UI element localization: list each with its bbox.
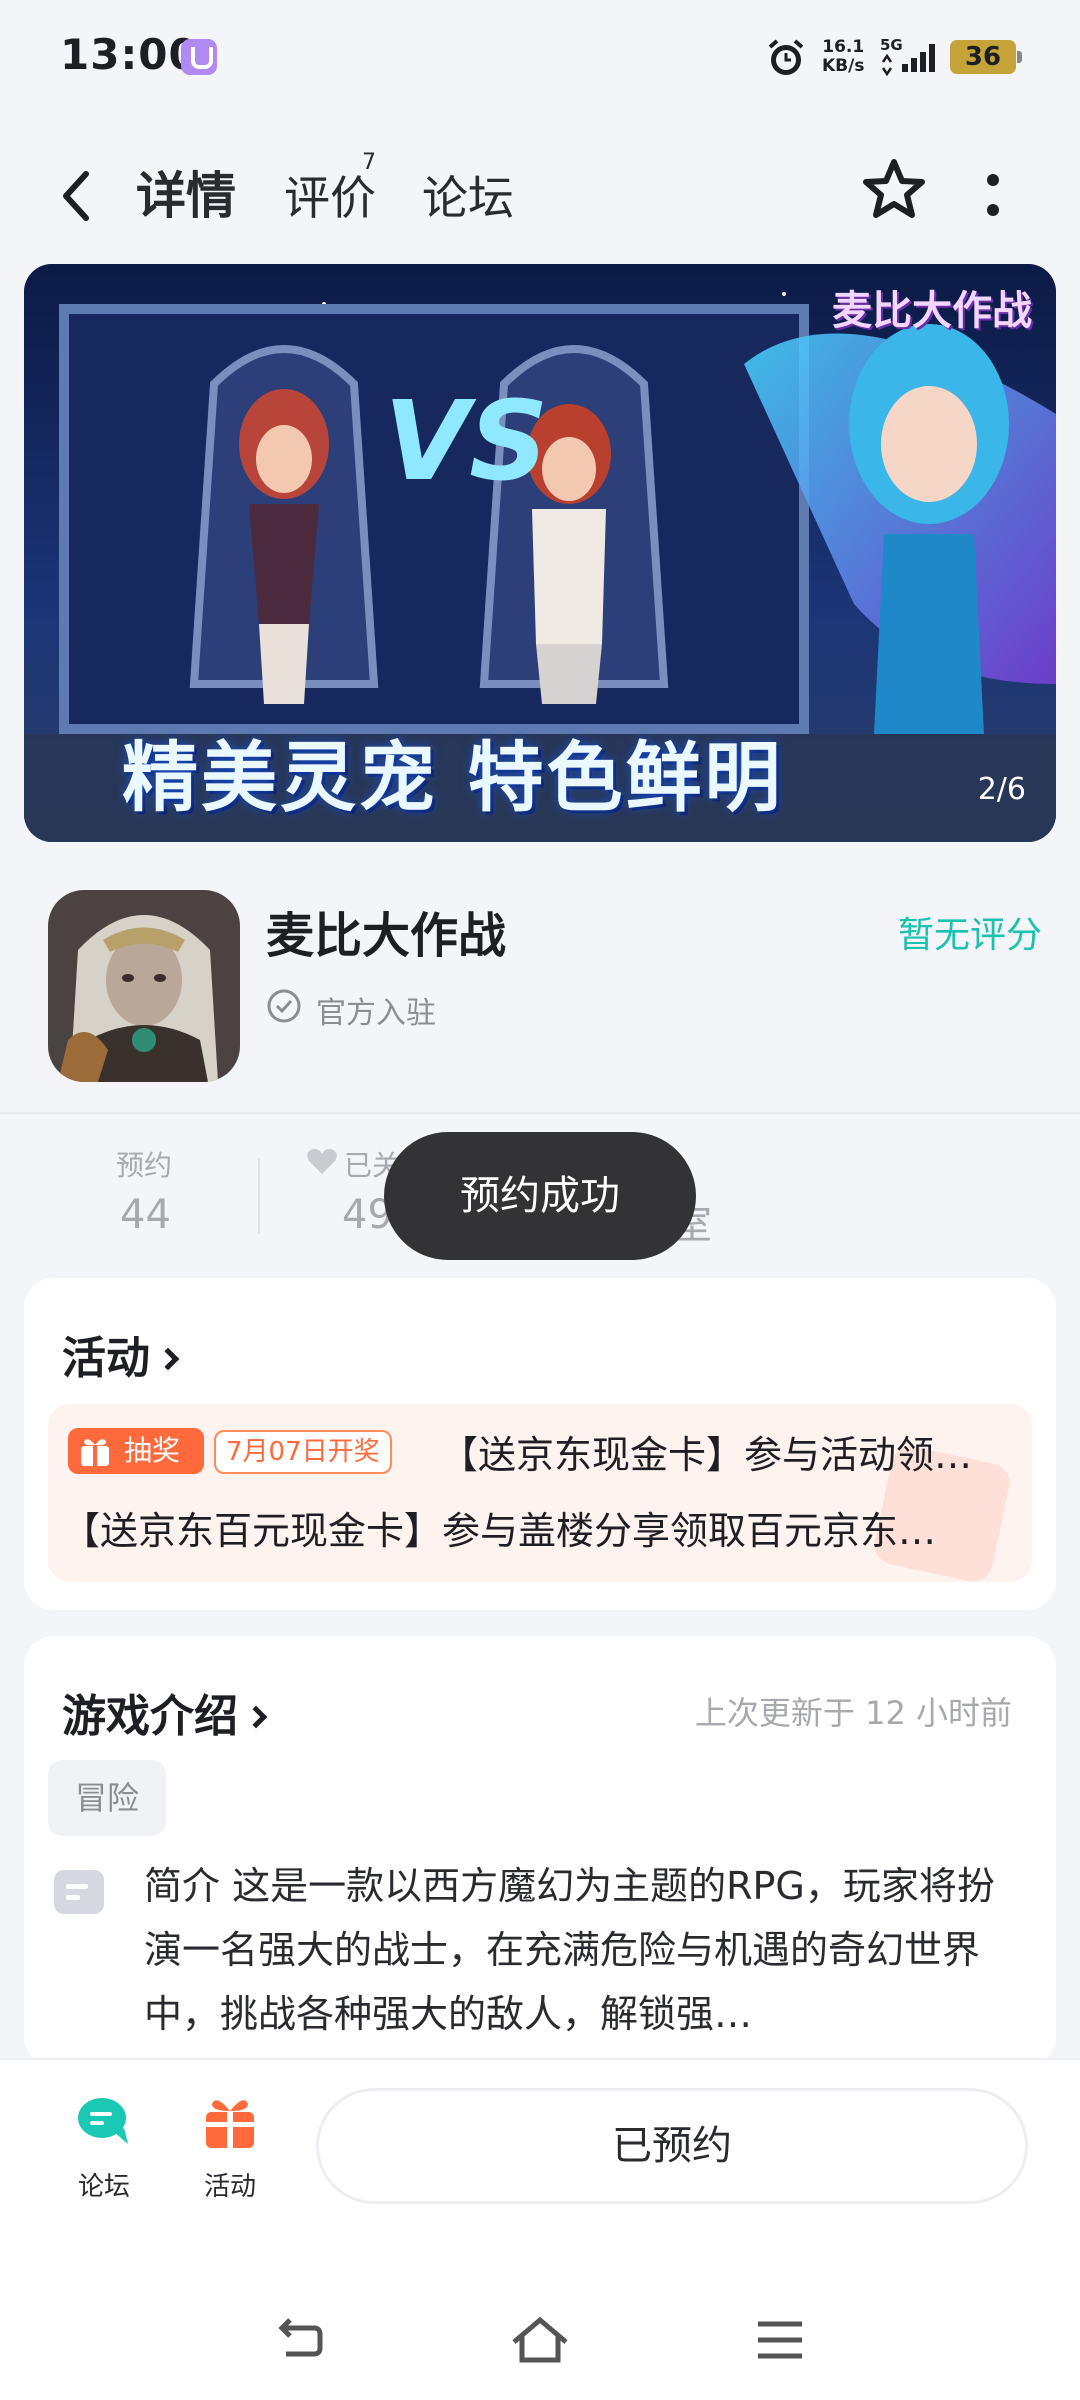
banner-caption: 精美灵宠 特色鲜明 [122,733,784,822]
status-time: 13:00 [60,30,199,79]
activity-label: 活动 [203,2172,256,2202]
stat-separator [258,1158,260,1234]
gift-icon [81,1439,109,1466]
stat-reservations-label: 预约 [116,1149,173,1182]
activity-title[interactable]: 活动 [62,1322,180,1386]
divider [0,1112,1080,1114]
verified-label: 官方入驻 [316,996,436,1031]
net-speed: 16.1 KB/s [822,38,864,76]
gift-icon [206,2100,254,2148]
chevron-right-icon [156,1347,180,1371]
activity-line-1: 【送京东现金卡】参与活动领… [440,1433,973,1477]
system-navigation-bar [0,2300,1080,2380]
home-nav-icon[interactable] [508,2310,572,2370]
tab-detail[interactable]: 详情 [130,156,242,228]
tab-review-count: 7 [362,150,376,175]
reserved-button[interactable]: 已预约 [316,2088,1028,2204]
more-icon[interactable] [978,166,1008,226]
activity-line-2: 【送京东百元现金卡】参与盖楼分享领取百元京东… [62,1509,937,1553]
banner-carousel[interactable]: VS 麦比大作战 精美灵宠 特色鲜明 2/6 [24,264,1056,842]
menu-nav-icon[interactable] [750,2310,810,2370]
tab-detail-label: 详情 [136,167,236,225]
header: 详情 评价 7 论坛 [0,140,1080,250]
banner-page-counter: 2/6 [977,772,1026,807]
forum-icon [78,2098,128,2144]
svg-text:VS: VS [384,377,548,505]
activity-button[interactable]: 活动 [170,2092,290,2203]
forum-label: 论坛 [77,2172,130,2202]
lottery-badge-label: 抽奖 [124,1434,181,1467]
status-bar: 13:00 16.1 KB/s 5G 36 [0,0,1080,120]
verified-icon [267,989,301,1023]
intro-title[interactable]: 游戏介绍 [62,1680,268,1744]
net-speed-unit: KB/s [822,56,865,76]
activity-title-label: 活动 [62,1333,150,1384]
intro-title-label: 游戏介绍 [62,1691,238,1742]
doc-icon [54,1870,104,1914]
game-intro-card: 游戏介绍 上次更新于 12 小时前 冒险 简介 这是一款以西方魔幻为主题的RPG… [24,1636,1056,2066]
game-icon[interactable] [48,890,240,1082]
activity-item[interactable]: 抽奖 7月07日开奖 【送京东现金卡】参与活动领… 【送京东百元现金卡】参与盖楼… [48,1404,1032,1582]
net-speed-value: 16.1 [822,37,865,57]
back-nav-icon[interactable] [270,2310,330,2370]
back-icon[interactable] [56,166,96,226]
stat-reservations-value: 44 [120,1192,171,1238]
app-notification-icon [181,39,217,75]
update-time: 上次更新于 12 小时前 [694,1694,1012,1732]
rating-label[interactable]: 暂无评分 [898,906,1042,958]
page: 13:00 16.1 KB/s 5G 36 详情 评价 7 论坛 VS 麦比大作… [0,0,1080,2400]
lottery-date: 7月07日开奖 [214,1430,392,1474]
signal-icon: 5G [880,36,935,76]
banner-game-logo: 麦比大作战 [832,288,1032,334]
genre-tag[interactable]: 冒险 [48,1760,166,1836]
lottery-badge: 抽奖 [68,1428,204,1474]
star-icon[interactable] [858,154,930,226]
activity-card: 活动 抽奖 7月07日开奖 【送京东现金卡】参与活动领… 【送京东百元现金卡】参… [24,1278,1056,1610]
alarm-icon [768,39,804,75]
forum-button[interactable]: 论坛 [44,2092,164,2203]
toast-message: 预约成功 [384,1132,696,1260]
network-type: 5G [880,36,903,54]
heart-icon [307,1148,337,1174]
tab-forum[interactable]: 论坛 [422,162,514,228]
battery-indicator: 36 [950,40,1022,74]
chevron-right-icon [244,1705,268,1729]
intro-text[interactable]: 简介 这是一款以西方魔幻为主题的RPG，玩家将扮演一名强大的战士，在充满危险与机… [144,1854,1032,2046]
game-title: 麦比大作战 [266,908,507,964]
